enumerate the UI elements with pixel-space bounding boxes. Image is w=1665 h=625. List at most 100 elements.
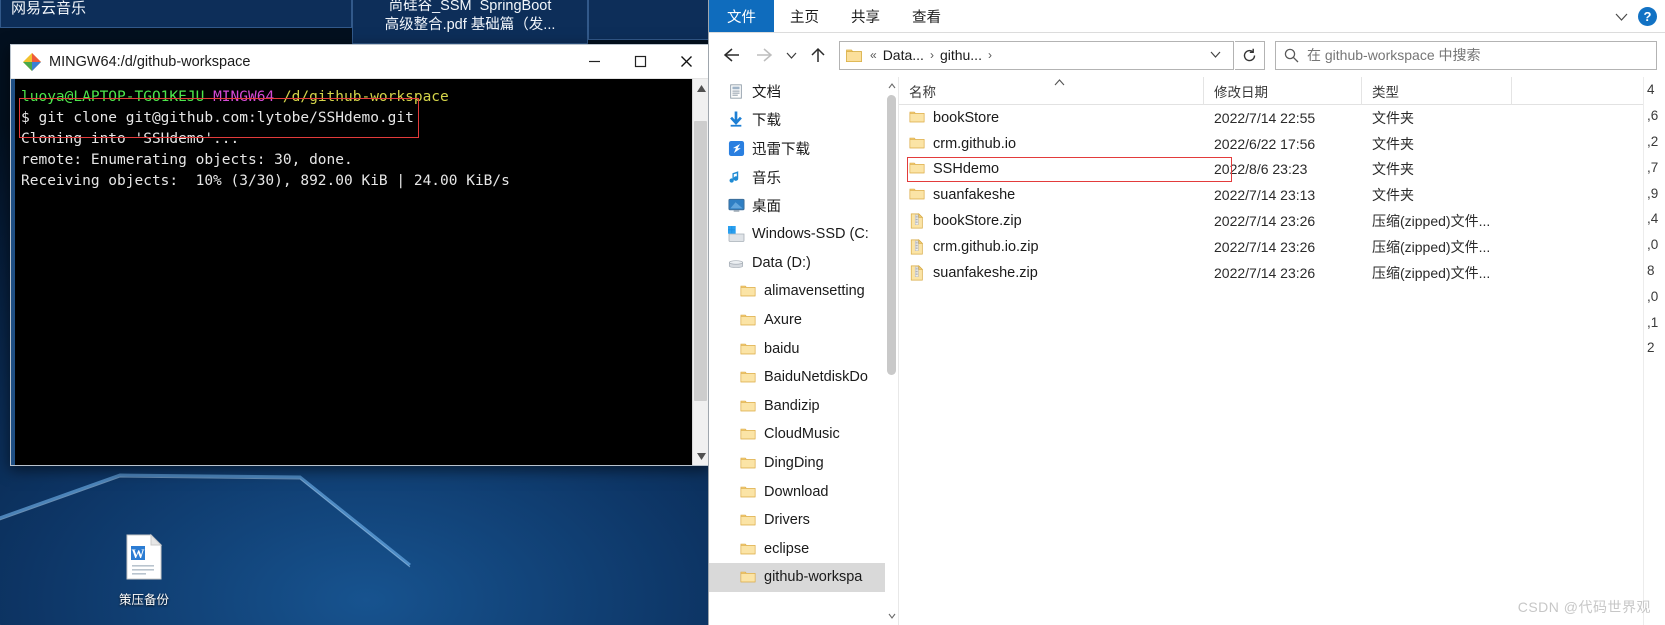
column-header-name-label: 名称 xyxy=(909,84,936,100)
search-input[interactable]: 在 github-workspace 中搜索 xyxy=(1275,40,1657,70)
sidebar-item-cloudmusic[interactable]: CloudMusic xyxy=(709,420,898,449)
tab-share[interactable]: 共享 xyxy=(835,0,896,32)
navigation-pane-items: 文档 下载 迅雷下载 音乐 桌面 Windows-SSD (C: Data (D:) alim… xyxy=(709,77,898,592)
cell-name[interactable]: bookStore xyxy=(899,109,1204,127)
thunder-download-icon xyxy=(728,140,744,157)
sidebar-item-baidu[interactable]: baidu xyxy=(709,334,898,363)
scroll-up-icon[interactable] xyxy=(696,79,706,97)
nav-scroll-up-icon[interactable] xyxy=(888,77,896,95)
navigation-pane[interactable]: 文档 下载 迅雷下载 音乐 桌面 Windows-SSD (C: Data (D:) alim… xyxy=(709,77,899,625)
table-row[interactable]: suanfakeshe 2022/7/14 23:13 文件夹 xyxy=(899,182,1665,208)
column-header-date-label: 修改日期 xyxy=(1214,84,1268,100)
sidebar-item-下载[interactable]: 下载 xyxy=(709,106,898,135)
recent-locations-button[interactable] xyxy=(781,40,801,70)
table-row[interactable]: suanfakeshe.zip 2022/7/14 23:26 压缩(zipped)… xyxy=(899,260,1665,286)
sidebar-item-bandizip[interactable]: Bandizip xyxy=(709,392,898,421)
folder-icon xyxy=(740,286,756,297)
folder-icon xyxy=(740,486,756,497)
sidebar-item-alimavensetting[interactable]: alimavensetting xyxy=(709,277,898,306)
background-window-right[interactable] xyxy=(588,0,710,40)
sidebar-item-windows-ssd-c[interactable]: Windows-SSD (C: xyxy=(709,220,898,249)
sidebar-item-label: CloudMusic xyxy=(764,426,840,443)
column-header-type[interactable]: 类型 xyxy=(1362,76,1512,105)
up-button[interactable] xyxy=(803,40,833,70)
sidebar-item-drivers[interactable]: Drivers xyxy=(709,506,898,535)
navigation-pane-scrollbar[interactable] xyxy=(885,77,898,625)
column-header-name[interactable]: 名称 xyxy=(899,76,1204,105)
file-explorer-window[interactable]: 文件 主页 共享 查看 ? « Data... › githu... › 在 g… xyxy=(708,0,1665,625)
cell-date: 2022/6/22 17:56 xyxy=(1214,135,1316,152)
scroll-down-icon[interactable] xyxy=(696,447,706,465)
documents-icon xyxy=(727,82,745,100)
terminal-console[interactable]: luoya@LAPTOP-TGO1KEJU MINGW64 /d/github-… xyxy=(15,79,692,465)
tab-file[interactable]: 文件 xyxy=(709,0,774,32)
minimize-button[interactable] xyxy=(571,45,617,79)
downloads-arrow-icon xyxy=(730,111,742,128)
sidebar-item-文档[interactable]: 文档 xyxy=(709,77,898,106)
table-row[interactable]: crm.github.io 2022/6/22 17:56 文件夹 xyxy=(899,131,1665,157)
column-header-date[interactable]: 修改日期 xyxy=(1204,76,1362,105)
zip-file-icon xyxy=(909,212,925,230)
cell-type: 文件夹 xyxy=(1372,187,1414,204)
terminal-scrollbar[interactable] xyxy=(692,79,709,465)
cell-name[interactable]: crm.github.io xyxy=(899,135,1204,153)
close-button[interactable] xyxy=(663,45,709,79)
folder-icon xyxy=(739,540,757,558)
breadcrumb-github[interactable]: githu... xyxy=(936,45,986,65)
windows-drive-icon xyxy=(728,226,745,243)
tab-home[interactable]: 主页 xyxy=(774,0,835,32)
explorer-content: 文档 下载 迅雷下载 音乐 桌面 Windows-SSD (C: Data (D:) alim… xyxy=(709,76,1665,625)
terminal-scrollbar-thumb[interactable] xyxy=(694,121,707,401)
sidebar-item-github-workspa[interactable]: github-workspa xyxy=(709,563,898,592)
file-name: bookStore xyxy=(933,109,1000,126)
git-bash-window[interactable]: MINGW64:/d/github-workspace luoya@LAPTOP… xyxy=(10,44,710,466)
cell-name[interactable]: suanfakeshe xyxy=(899,186,1204,204)
cell-name[interactable]: SSHdemo xyxy=(899,160,1204,178)
nav-scroll-down-icon[interactable] xyxy=(888,607,896,625)
cell-name[interactable]: crm.github.io.zip xyxy=(899,238,1204,256)
refresh-button[interactable] xyxy=(1235,40,1265,70)
file-list: 名称 修改日期 类型 bookStore 2022/7/14 22:55 文件夹 cr… xyxy=(899,76,1665,625)
cell-type: 压缩(zipped)文件... xyxy=(1372,264,1491,281)
sidebar-item-音乐[interactable]: 音乐 xyxy=(709,163,898,192)
cell-date: 2022/7/14 23:26 xyxy=(1214,264,1316,281)
sidebar-item-label: Drivers xyxy=(764,512,810,529)
sidebar-item-baidunetdiskdo[interactable]: BaiduNetdiskDo xyxy=(709,363,898,392)
caret-up-icon xyxy=(1054,78,1065,89)
table-row[interactable]: bookStore 2022/7/14 22:55 文件夹 xyxy=(899,105,1665,131)
sidebar-item-download[interactable]: Download xyxy=(709,477,898,506)
table-row[interactable]: crm.github.io.zip 2022/7/14 23:26 压缩(zippe… xyxy=(899,234,1665,260)
help-button[interactable]: ? xyxy=(1638,6,1657,26)
sidebar-item-迅雷下载[interactable]: 迅雷下载 xyxy=(709,134,898,163)
tab-view-label: 查看 xyxy=(912,9,941,26)
column-header-size[interactable] xyxy=(1512,77,1612,105)
table-row[interactable]: SSHdemo 2022/8/6 23:23 文件夹 xyxy=(899,157,1665,183)
maximize-button[interactable] xyxy=(617,45,663,79)
sidebar-item-dingding[interactable]: DingDing xyxy=(709,449,898,478)
cell-name[interactable]: bookStore.zip xyxy=(899,212,1204,230)
sidebar-item-label: github-workspa xyxy=(764,569,863,586)
sidebar-item-data-d[interactable]: Data (D:) xyxy=(709,249,898,278)
address-dropdown-icon[interactable] xyxy=(1202,49,1229,61)
forward-button[interactable] xyxy=(749,40,779,70)
git-bash-titlebar[interactable]: MINGW64:/d/github-workspace xyxy=(11,45,709,79)
desktop-file-icon[interactable]: W 策压备份 xyxy=(96,533,192,608)
breadcrumb-overflow[interactable]: « xyxy=(868,48,879,62)
folder-icon xyxy=(909,189,925,200)
cell-type: 压缩(zipped)文件... xyxy=(1372,238,1491,255)
sidebar-item-axure[interactable]: Axure xyxy=(709,306,898,335)
back-button[interactable] xyxy=(717,40,747,70)
tab-view[interactable]: 查看 xyxy=(896,0,957,32)
chevron-down-icon[interactable] xyxy=(1615,9,1628,24)
pdf-reader-window[interactable]: 尚硅谷_SSM SpringBoot 高级整合.pdf 基础篇（发... xyxy=(352,0,588,44)
breadcrumb-data[interactable]: Data... xyxy=(879,45,928,65)
music-app-window[interactable]: 网易云音乐 xyxy=(0,0,352,28)
sidebar-item-eclipse[interactable]: eclipse xyxy=(709,535,898,564)
address-path-field[interactable]: « Data... › githu... › xyxy=(839,40,1234,70)
cell-name[interactable]: suanfakeshe.zip xyxy=(899,264,1204,282)
breadcrumb-chevron-2: › xyxy=(987,48,992,62)
sidebar-item-桌面[interactable]: 桌面 xyxy=(709,191,898,220)
navigation-pane-scrollbar-thumb[interactable] xyxy=(887,95,896,375)
table-row[interactable]: bookStore.zip 2022/7/14 23:26 压缩(zipped)文件… xyxy=(899,208,1665,234)
terminal-output-line-1: Cloning into 'SSHdemo'... xyxy=(21,131,240,147)
